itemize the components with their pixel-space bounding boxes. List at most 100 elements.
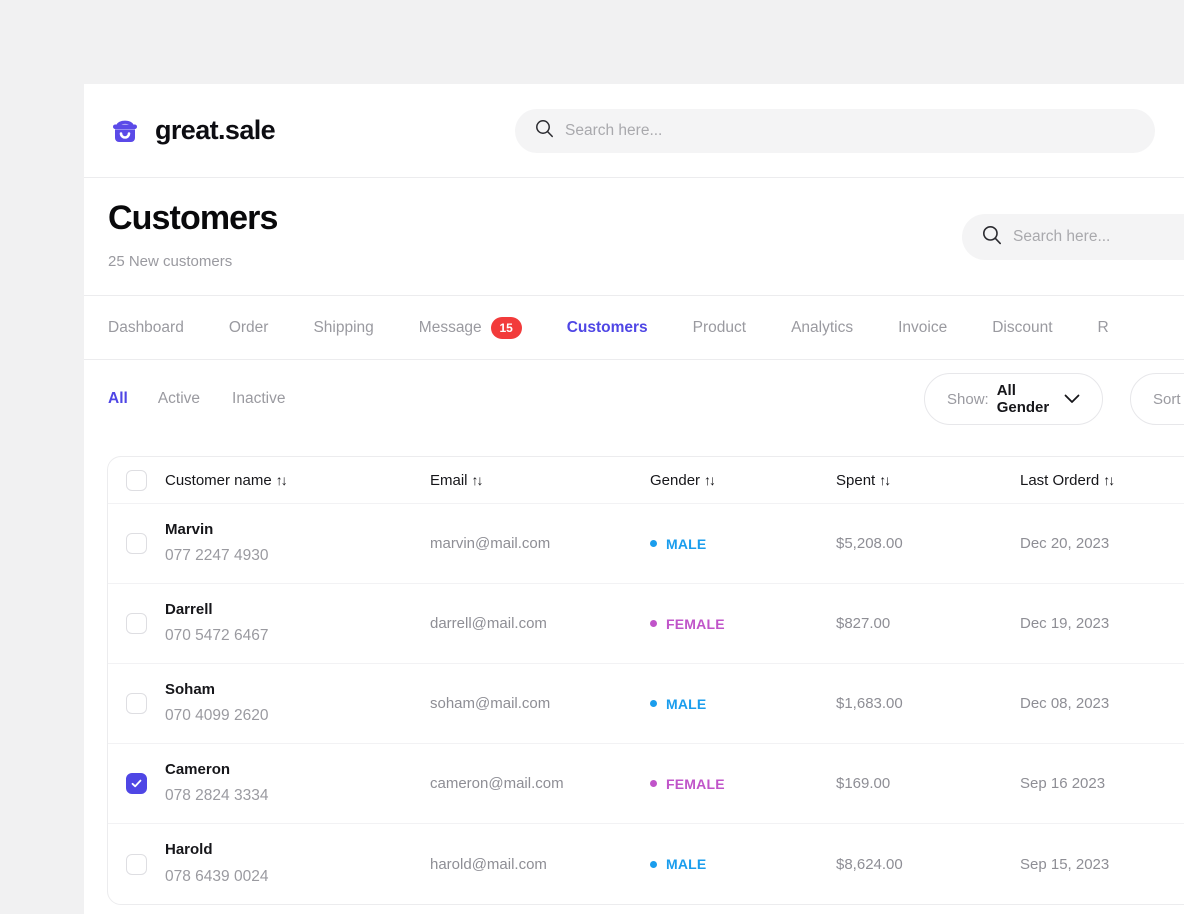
sort-updown-icon: ↑↓	[276, 472, 286, 488]
tab-message[interactable]: Message 15	[419, 317, 522, 339]
top-bar: great.sale Search here...	[84, 84, 1184, 178]
customer-name-cell: Harold078 6439 0024	[165, 842, 430, 886]
customer-last-ordered: Sep 16 2023	[1020, 775, 1184, 792]
column-header-gender[interactable]: Gender ↑↓	[650, 472, 836, 489]
customers-search-bar[interactable]: Search here...	[962, 214, 1184, 260]
select-all-cell	[108, 470, 165, 491]
row-checkbox[interactable]	[126, 854, 147, 875]
row-select-cell	[108, 613, 165, 634]
customer-spent: $1,683.00	[836, 695, 1020, 712]
status-dot-icon	[650, 780, 657, 787]
search-icon	[982, 225, 1002, 250]
customer-email: marvin@mail.com	[430, 535, 650, 552]
tab-analytics[interactable]: Analytics	[791, 319, 853, 337]
gender-badge: MALE	[650, 856, 836, 872]
app-window: great.sale Search here... Customers 25 N…	[84, 84, 1184, 914]
customer-name: Soham	[165, 682, 430, 699]
table-row[interactable]: Cameron078 2824 3334cameron@mail.comFEMA…	[108, 744, 1184, 824]
customer-gender-cell: MALE	[650, 536, 836, 552]
gender-badge: FEMALE	[650, 776, 836, 792]
customer-last-ordered: Dec 08, 2023	[1020, 695, 1184, 712]
table-row[interactable]: Harold078 6439 0024harold@mail.comMALE$8…	[108, 824, 1184, 904]
tab-badge: 15	[491, 317, 522, 339]
table-header-row: Customer name ↑↓ Email ↑↓ Gender ↑↓ Spen…	[108, 457, 1184, 504]
column-header-email[interactable]: Email ↑↓	[430, 472, 650, 489]
status-dot-icon	[650, 861, 657, 868]
customers-search-input[interactable]: Search here...	[1013, 228, 1110, 246]
select-all-checkbox[interactable]	[126, 470, 147, 491]
tab-label: Order	[229, 319, 269, 337]
tab-discount[interactable]: Discount	[992, 319, 1052, 337]
row-checkbox[interactable]	[126, 613, 147, 634]
row-select-cell	[108, 854, 165, 875]
column-header-spent[interactable]: Spent ↑↓	[836, 472, 1020, 489]
sort-updown-icon: ↑↓	[1103, 472, 1113, 488]
row-select-cell	[108, 533, 165, 554]
sort-label: Sort by	[1153, 391, 1184, 408]
customer-name: Darrell	[165, 602, 430, 619]
customer-email: harold@mail.com	[430, 856, 650, 873]
brand-logo[interactable]: great.sale	[108, 114, 275, 148]
row-checkbox[interactable]	[126, 773, 147, 794]
table-row[interactable]: Marvin077 2247 4930marvin@mail.com MALE $5…	[108, 504, 1184, 584]
customer-gender-cell: MALE	[650, 856, 836, 872]
tab-label: Shipping	[313, 319, 373, 337]
tab-label: R	[1098, 319, 1109, 337]
customer-phone: 070 4099 2620	[165, 707, 430, 725]
check-icon	[130, 777, 143, 790]
global-search-bar[interactable]: Search here...	[515, 109, 1155, 153]
column-header-name[interactable]: Customer name ↑↓	[165, 472, 430, 489]
customer-email: cameron@mail.com	[430, 775, 650, 792]
customer-gender-cell: FEMALE	[650, 616, 836, 632]
table-body: Marvin077 2247 4930marvin@mail.com MALE $5…	[108, 504, 1184, 904]
row-checkbox[interactable]	[126, 533, 147, 554]
segment-inactive[interactable]: Inactive	[232, 390, 285, 408]
show-value: All Gender	[997, 382, 1052, 416]
customer-name-cell: Darrell 070 5472 6467	[165, 602, 430, 646]
gender-label: MALE	[666, 536, 706, 552]
gender-label: MALE	[666, 856, 706, 872]
sort-updown-icon: ↑↓	[879, 472, 889, 488]
customer-email: soham@mail.com	[430, 695, 650, 712]
status-dot-icon	[650, 540, 657, 547]
row-checkbox[interactable]	[126, 693, 147, 714]
status-dot-icon	[650, 700, 657, 707]
tab-label: Invoice	[898, 319, 947, 337]
show-gender-dropdown[interactable]: Show: All Gender	[924, 373, 1103, 425]
status-dot-icon	[650, 620, 657, 627]
customer-name: Harold	[165, 842, 430, 859]
customer-last-ordered: Dec 19, 2023	[1020, 615, 1184, 632]
tab-label: Message	[419, 319, 482, 337]
customer-spent: $827.00	[836, 615, 1020, 632]
sort-by-dropdown[interactable]: Sort by	[1130, 373, 1184, 425]
page-subtitle: 25 New customers	[108, 253, 232, 270]
tab-product[interactable]: Product	[693, 319, 746, 337]
page-title: Customers	[108, 199, 278, 238]
chevron-down-icon	[1064, 391, 1080, 408]
global-search-input[interactable]: Search here...	[565, 122, 662, 140]
row-select-cell	[108, 773, 165, 794]
customer-phone: 070 5472 6467	[165, 627, 430, 645]
tab-label: Product	[693, 319, 746, 337]
customer-name: Cameron	[165, 762, 430, 779]
tab-shipping[interactable]: Shipping	[313, 319, 373, 337]
table-row[interactable]: Darrell 070 5472 6467darrell@mail.comFEMA…	[108, 584, 1184, 664]
segment-all[interactable]: All	[108, 390, 128, 408]
segment-active[interactable]: Active	[158, 390, 200, 408]
customer-spent: $5,208.00	[836, 535, 1020, 552]
tab-dashboard[interactable]: Dashboard	[108, 319, 184, 337]
customers-table: Customer name ↑↓ Email ↑↓ Gender ↑↓ Spen…	[107, 456, 1184, 905]
tab-invoice[interactable]: Invoice	[898, 319, 947, 337]
tab-order[interactable]: Order	[229, 319, 269, 337]
customer-spent: $169.00	[836, 775, 1020, 792]
customer-name: Marvin	[165, 522, 430, 539]
customer-email: darrell@mail.com	[430, 615, 650, 632]
customer-name-cell: Marvin077 2247 4930	[165, 522, 430, 566]
filter-row: All Active Inactive Show: All Gender Sor…	[84, 360, 1184, 438]
tab-label: Discount	[992, 319, 1052, 337]
tab-r[interactable]: R	[1098, 319, 1109, 337]
section-tabs: Dashboard Order Shipping Message 15 Customers…	[84, 296, 1184, 360]
tab-customers[interactable]: Customers	[567, 319, 648, 337]
table-row[interactable]: Soham070 4099 2620soham@mail.comMALE$1,6…	[108, 664, 1184, 744]
column-header-last-ordered[interactable]: Last Orderd ↑↓	[1020, 472, 1184, 489]
